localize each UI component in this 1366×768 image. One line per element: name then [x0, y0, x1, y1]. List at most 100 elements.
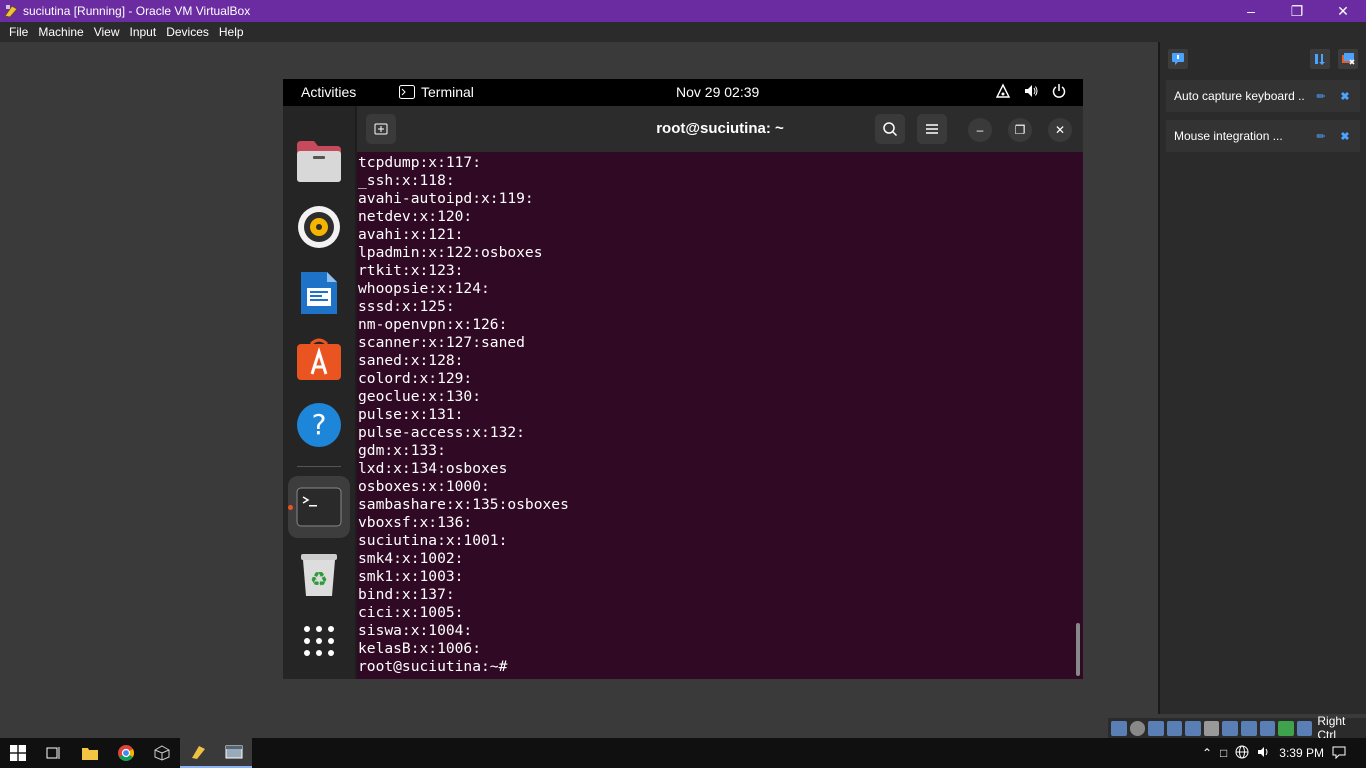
guest-screen[interactable]: Activities Terminal Nov 29 02:39 ? ♻ roo… [283, 79, 1083, 679]
meet-now-icon[interactable]: □ [1220, 746, 1227, 760]
chrome-icon[interactable] [108, 738, 144, 768]
window-titlebar: suciutina [Running] - Oracle VM VirtualB… [0, 0, 1366, 22]
notification-panel-header [1160, 42, 1366, 76]
cpu-icon[interactable] [1259, 720, 1276, 736]
menu-view[interactable]: View [89, 25, 125, 39]
keyboard-capture-icon[interactable] [1296, 720, 1313, 736]
rhythmbox-icon[interactable] [296, 204, 342, 250]
terminal-line: siswa:x:1004: [358, 622, 473, 639]
pin-icon[interactable]: ✏ [1314, 90, 1328, 103]
terminal-line: smk4:x:1002: [358, 550, 464, 567]
menu-devices[interactable]: Devices [161, 25, 214, 39]
shared-folders-icon[interactable] [1203, 720, 1220, 736]
svg-text:?: ? [312, 408, 327, 441]
trash-icon[interactable]: ♻ [296, 552, 342, 598]
clock[interactable]: Nov 29 02:39 [676, 84, 759, 100]
minimize-button[interactable]: – [1228, 0, 1274, 22]
terminal-scrollbar[interactable] [1076, 623, 1080, 676]
display-icon[interactable] [1222, 720, 1239, 736]
terminal-line: netdev:x:120: [358, 208, 473, 225]
terminal-line: smk1:x:1003: [358, 568, 464, 585]
close-notification-icon[interactable]: ✖ [1338, 90, 1352, 103]
terminal-line: nm-openvpn:x:126: [358, 316, 508, 333]
start-button[interactable] [0, 738, 36, 768]
terminal-line: scanner:x:127:saned [358, 334, 525, 351]
terminal-line: kelasB:x:1006: [358, 640, 482, 657]
terminal-line: sambashare:x:135:osboxes [358, 496, 569, 513]
close-button[interactable]: ✕ [1320, 0, 1366, 22]
terminal-line: avahi:x:121: [358, 226, 464, 243]
hard-disk-icon[interactable] [1111, 720, 1127, 736]
writer-icon[interactable] [296, 270, 342, 316]
notification-center-icon[interactable] [1168, 49, 1188, 69]
terminal-output[interactable]: tcpdump:x:117: _ssh:x:118: avahi-autoipd:x… [358, 154, 1058, 676]
terminal-line: gdm:x:133: [358, 442, 446, 459]
close-notification-icon[interactable]: ✖ [1338, 130, 1352, 143]
terminal-line: suciutina:x:1001: [358, 532, 508, 549]
notification-item[interactable]: Mouse integration ... ✏ ✖ [1166, 120, 1360, 152]
dock-separator [297, 466, 341, 467]
virtualbox-manager-icon[interactable] [144, 738, 180, 768]
menu-input[interactable]: Input [125, 25, 162, 39]
vm-window-taskbar-icon[interactable] [216, 738, 252, 768]
terminal-line: osboxes:x:1000: [358, 478, 490, 495]
terminal-window[interactable]: root@suciutina: ~ – ❐ ✕ tcpdump:x:117: _s… [357, 106, 1083, 679]
terminal-line: cici:x:1005: [358, 604, 464, 621]
speaker-icon[interactable] [1257, 745, 1271, 762]
mouse-integration-icon[interactable] [1278, 720, 1294, 736]
recording-icon[interactable] [1241, 720, 1257, 736]
menu-machine[interactable]: Machine [33, 25, 88, 39]
gnome-top-bar: Activities Terminal Nov 29 02:39 [283, 79, 1083, 106]
terminal-icon[interactable] [296, 484, 342, 530]
network-icon[interactable] [995, 83, 1011, 102]
maximize-terminal-button[interactable]: ❐ [1008, 118, 1032, 142]
minimize-terminal-button[interactable]: – [968, 118, 992, 142]
power-icon[interactable] [1051, 83, 1067, 102]
restore-button[interactable]: ❐ [1274, 0, 1320, 22]
show-apps-icon[interactable] [296, 618, 342, 664]
menu-help[interactable]: Help [214, 25, 249, 39]
usb-icon[interactable] [1185, 720, 1201, 736]
menu-file[interactable]: File [4, 25, 33, 39]
app-menu[interactable]: Terminal [399, 84, 474, 100]
close-terminal-button[interactable]: ✕ [1048, 118, 1072, 142]
terminal-line: lxd:x:134:osboxes [358, 460, 508, 477]
notification-item[interactable]: Auto capture keyboard ... ✏ ✖ [1166, 80, 1360, 112]
volume-icon[interactable] [1023, 83, 1039, 102]
terminal-line: pulse-access:x:132: [358, 424, 525, 441]
app-menu-label: Terminal [421, 84, 474, 100]
task-view-icon[interactable] [36, 738, 72, 768]
terminal-line: lpadmin:x:122:osboxes [358, 244, 543, 261]
network-globe-icon[interactable] [1235, 745, 1249, 762]
hamburger-menu-button[interactable] [917, 114, 947, 144]
optical-drive-icon[interactable] [1129, 720, 1146, 736]
show-hidden-icons-icon[interactable]: ⌃ [1202, 746, 1212, 760]
terminal-line: colord:x:129: [358, 370, 473, 387]
terminal-line: geoclue:x:130: [358, 388, 482, 405]
virtualbox-vm-taskbar-icon[interactable] [180, 738, 216, 768]
audio-icon[interactable] [1148, 720, 1164, 736]
sort-notifications-icon[interactable] [1310, 49, 1330, 69]
dismiss-all-icon[interactable] [1338, 49, 1358, 69]
shell-prompt: root@suciutina:~# [358, 658, 508, 675]
taskbar-clock[interactable]: 3:39 PM [1279, 746, 1324, 760]
file-explorer-icon[interactable] [72, 738, 108, 768]
notification-text: Auto capture keyboard ... [1174, 89, 1304, 103]
notification-panel: Auto capture keyboard ... ✏ ✖ Mouse inte… [1158, 42, 1366, 714]
running-indicator [288, 505, 293, 510]
window-title: suciutina [Running] - Oracle VM VirtualB… [23, 4, 251, 18]
activities-button[interactable]: Activities [301, 84, 356, 100]
windows-system-tray: ⌃ □ 3:39 PM [1202, 738, 1366, 768]
system-tray[interactable] [995, 83, 1067, 102]
terminal-line: saned:x:128: [358, 352, 464, 369]
pin-icon[interactable]: ✏ [1314, 130, 1328, 143]
search-button[interactable] [875, 114, 905, 144]
menu-bar: File Machine View Input Devices Help [0, 22, 1366, 42]
help-icon[interactable]: ? [296, 402, 342, 448]
virtualbox-icon [3, 3, 19, 19]
files-icon[interactable] [296, 138, 342, 184]
terminal-small-icon [399, 85, 415, 99]
app-center-icon[interactable] [296, 336, 342, 382]
network-adapter-icon[interactable] [1166, 720, 1183, 736]
notification-action-center-icon[interactable] [1332, 745, 1346, 762]
